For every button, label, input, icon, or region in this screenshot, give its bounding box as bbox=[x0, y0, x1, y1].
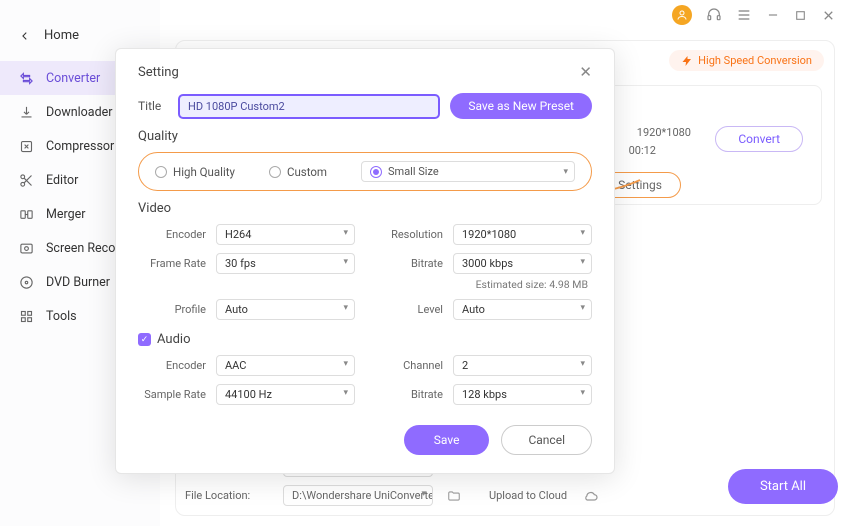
file-location-label: File Location: bbox=[185, 489, 275, 502]
file-location-select[interactable]: D:\Wondershare UniConverter 1 bbox=[283, 485, 433, 506]
audio-samplerate-label: Sample Rate bbox=[138, 388, 216, 401]
start-all-button[interactable]: Start All bbox=[728, 469, 838, 504]
quality-custom[interactable]: Custom bbox=[269, 165, 327, 179]
audio-samplerate-select[interactable]: 44100 Hz bbox=[216, 384, 355, 405]
upload-label: Upload to Cloud bbox=[489, 489, 567, 502]
back-home[interactable]: Home bbox=[0, 20, 160, 51]
audio-heading: Audio bbox=[157, 332, 190, 347]
save-preset-button[interactable]: Save as New Preset bbox=[450, 93, 592, 119]
audio-bitrate-label: Bitrate bbox=[375, 388, 453, 401]
scissors-icon bbox=[18, 172, 34, 188]
radio-icon bbox=[269, 166, 281, 178]
high-speed-badge: High Speed Conversion bbox=[669, 50, 824, 71]
audio-channel-select[interactable]: 2 bbox=[453, 355, 592, 376]
video-level-label: Level bbox=[375, 303, 453, 316]
audio-checkbox[interactable]: ✓ bbox=[138, 333, 151, 346]
audio-channel-label: Channel bbox=[375, 359, 453, 372]
video-profile-label: Profile bbox=[138, 303, 216, 316]
preset-title-input[interactable] bbox=[178, 94, 440, 119]
headset-icon[interactable] bbox=[706, 7, 722, 23]
audio-encoder-select[interactable]: AAC bbox=[216, 355, 355, 376]
title-label: Title bbox=[138, 99, 178, 113]
video-encoder-label: Encoder bbox=[138, 228, 216, 241]
merge-icon bbox=[18, 206, 34, 222]
grid-icon bbox=[18, 308, 34, 324]
bolt-icon bbox=[681, 55, 693, 67]
file-time: 00:12 bbox=[629, 144, 656, 157]
disc-icon bbox=[18, 274, 34, 290]
video-framerate-select[interactable]: 30 fps bbox=[216, 253, 355, 274]
cancel-button[interactable]: Cancel bbox=[501, 425, 592, 455]
radio-icon bbox=[370, 166, 382, 178]
modal-close-icon[interactable]: ✕ bbox=[579, 63, 592, 81]
audio-bitrate-select[interactable]: 128 kbps bbox=[453, 384, 592, 405]
save-button[interactable]: Save bbox=[404, 425, 490, 455]
video-level-select[interactable]: Auto bbox=[453, 299, 592, 320]
video-bitrate-label: Bitrate bbox=[375, 257, 453, 270]
settings-modal: Setting ✕ Title Save as New Preset Quali… bbox=[115, 48, 615, 474]
video-bitrate-select[interactable]: 3000 kbps bbox=[453, 253, 592, 274]
quality-heading: Quality bbox=[138, 129, 592, 144]
quality-group: High Quality Custom Small Size bbox=[138, 152, 592, 191]
compress-icon bbox=[18, 138, 34, 154]
video-framerate-label: Frame Rate bbox=[138, 257, 216, 270]
back-label: Home bbox=[44, 28, 79, 43]
video-resolution-label: Resolution bbox=[375, 228, 453, 241]
quality-high[interactable]: High Quality bbox=[155, 165, 235, 179]
maximize-icon[interactable] bbox=[794, 9, 807, 22]
chevron-left-icon bbox=[20, 31, 30, 41]
audio-encoder-label: Encoder bbox=[138, 359, 216, 372]
convert-button[interactable]: Convert bbox=[715, 126, 803, 152]
close-icon[interactable] bbox=[821, 8, 836, 23]
video-resolution-select[interactable]: 1920*1080 bbox=[453, 224, 592, 245]
video-heading: Video bbox=[138, 201, 592, 216]
minimize-icon[interactable] bbox=[766, 8, 780, 22]
record-icon bbox=[18, 240, 34, 256]
quality-small[interactable]: Small Size bbox=[361, 161, 575, 182]
video-profile-select[interactable]: Auto bbox=[216, 299, 355, 320]
user-avatar[interactable] bbox=[672, 5, 692, 25]
modal-title: Setting bbox=[138, 65, 179, 80]
estimated-size: Estimated size: 4.98 MB bbox=[375, 278, 592, 291]
cloud-icon[interactable] bbox=[583, 488, 599, 504]
folder-icon[interactable] bbox=[447, 489, 461, 503]
download-icon bbox=[18, 104, 34, 120]
menu-icon[interactable] bbox=[736, 7, 752, 23]
converter-icon bbox=[18, 70, 34, 86]
radio-icon bbox=[155, 166, 167, 178]
video-encoder-select[interactable]: H264 bbox=[216, 224, 355, 245]
file-resolution: 1920*1080 bbox=[637, 126, 691, 139]
